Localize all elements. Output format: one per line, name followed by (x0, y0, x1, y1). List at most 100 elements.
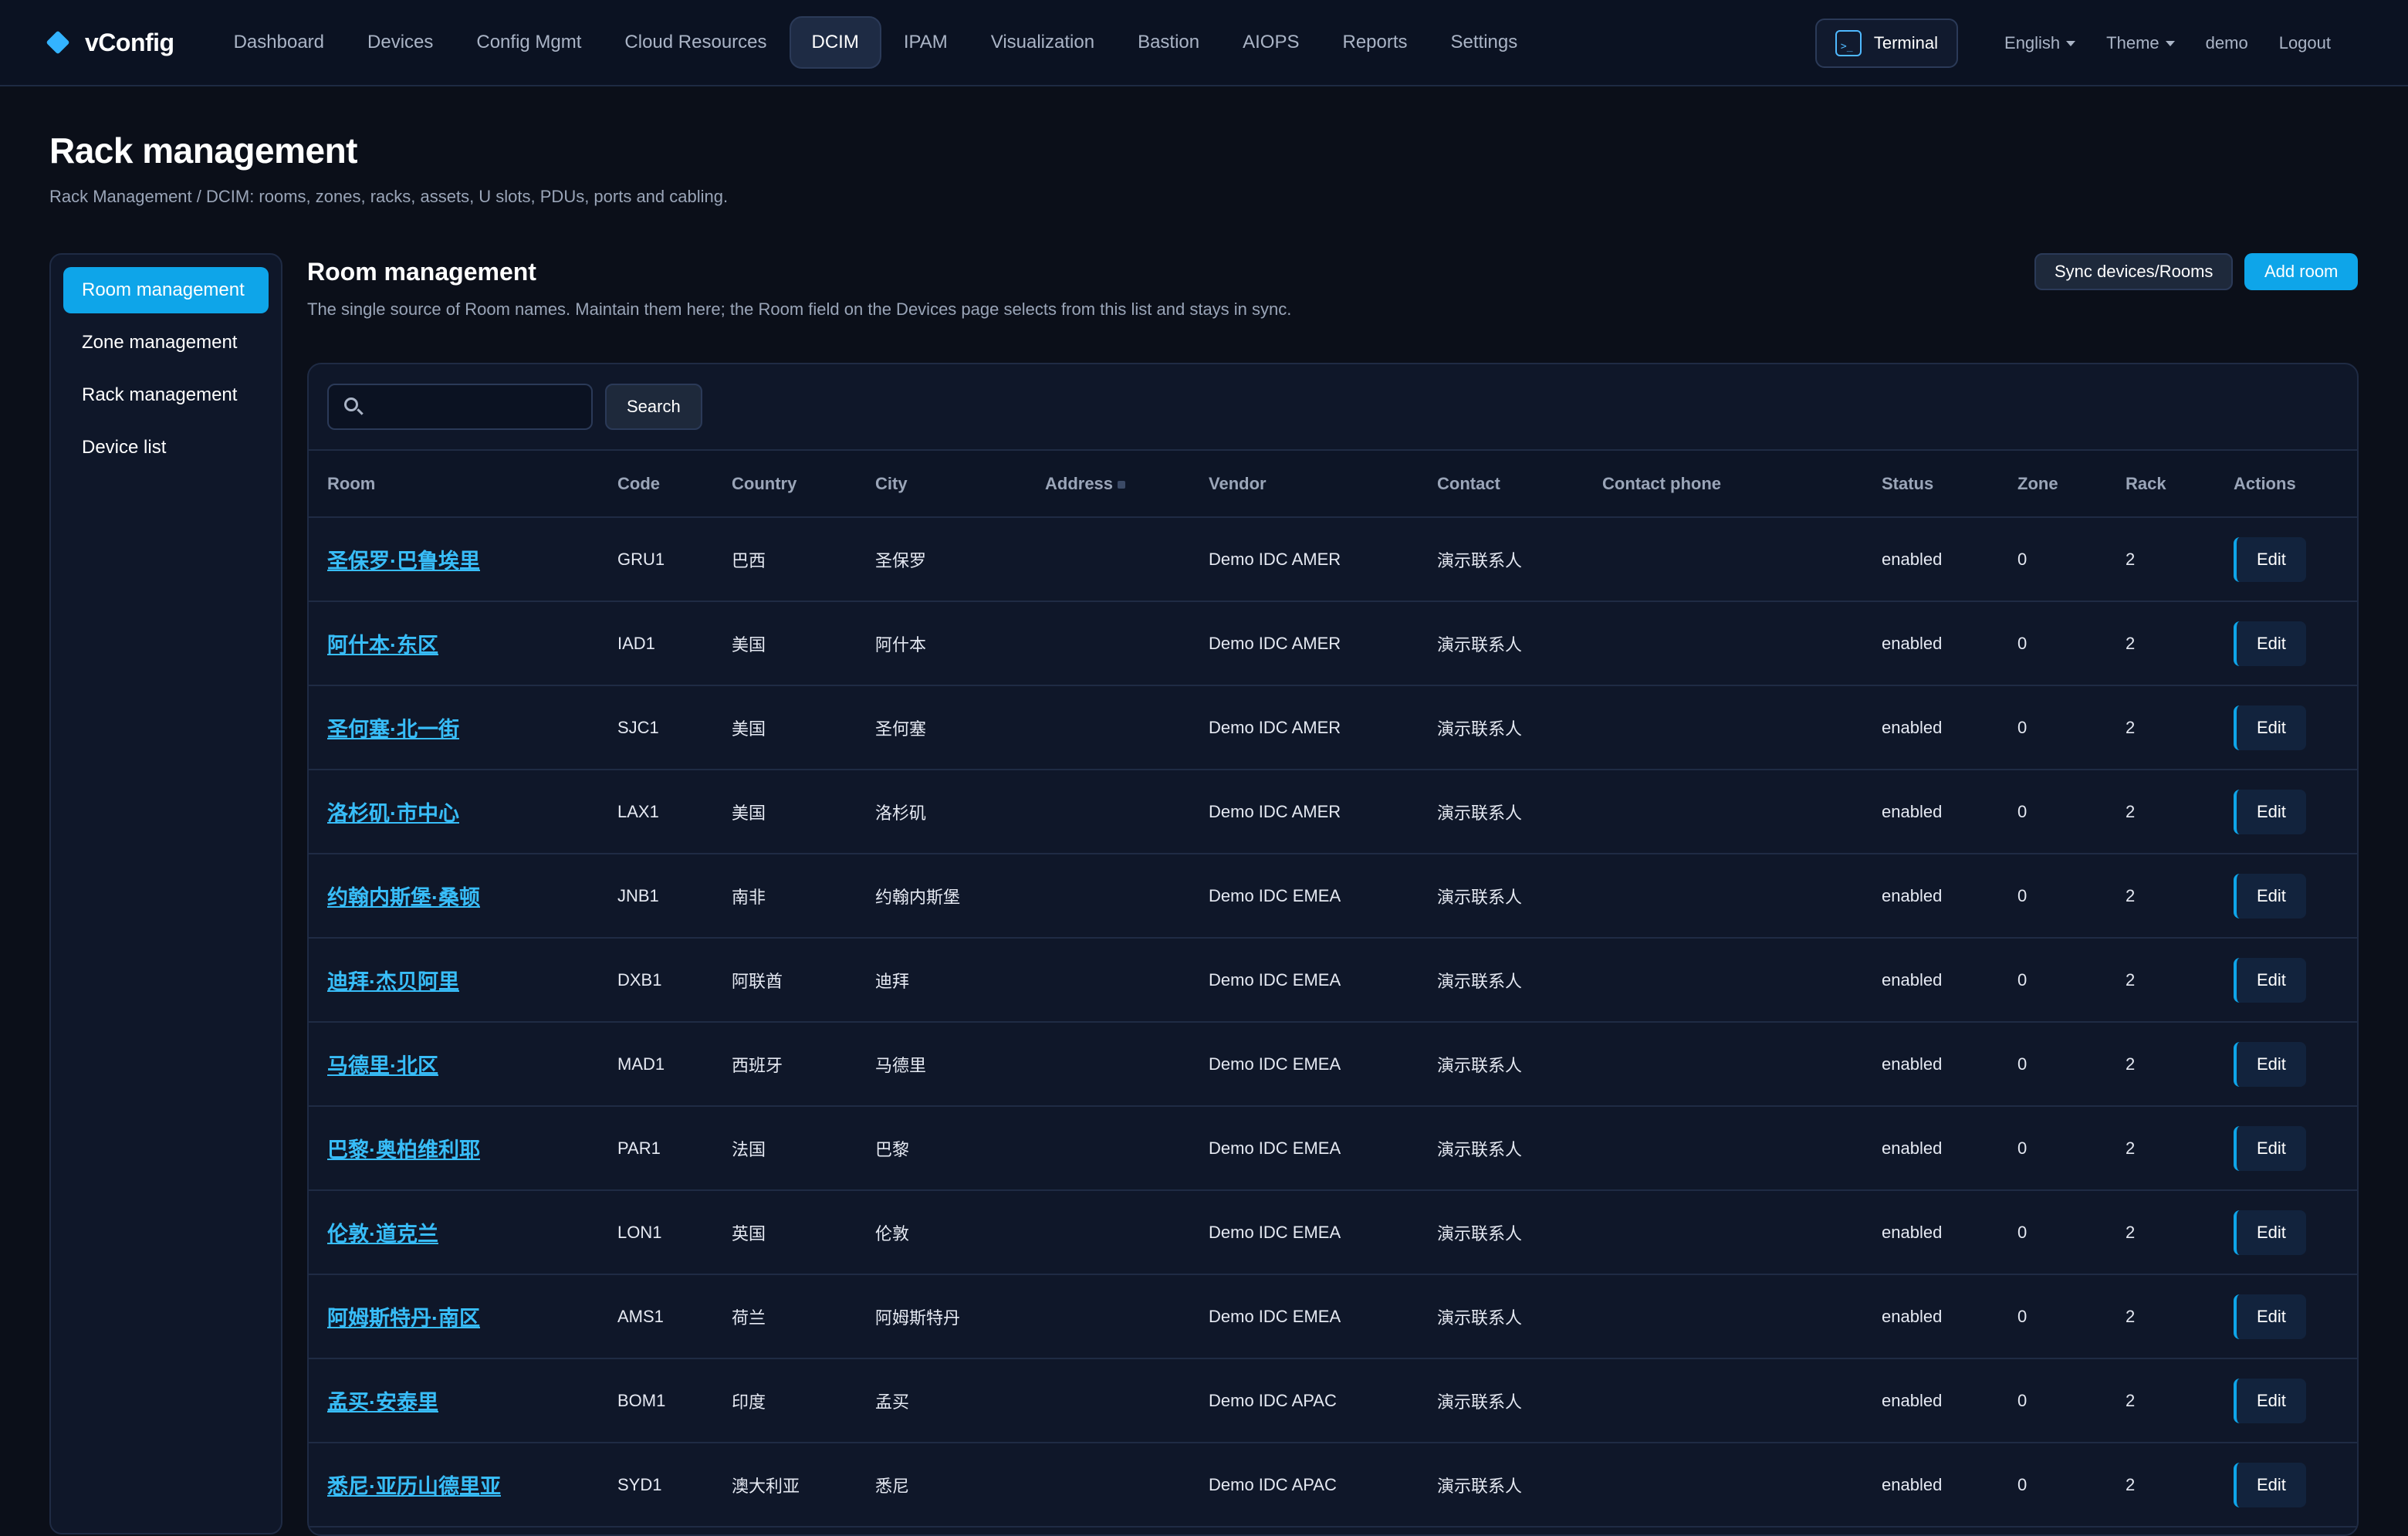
cell-code: IAD1 (617, 633, 655, 653)
nav-item-reports[interactable]: Reports (1321, 16, 1428, 69)
sidebar-item-rack-management[interactable]: Rack management (63, 372, 269, 418)
rooms-table: Room Code Country City Address Vendor Co… (309, 451, 2357, 1528)
edit-button[interactable]: Edit (2234, 1462, 2306, 1507)
table-cell: 南非 (713, 854, 857, 939)
nav-item-config-mgmt[interactable]: Config Mgmt (455, 16, 602, 69)
search-button[interactable]: Search (605, 384, 702, 430)
nav-item-devices[interactable]: Devices (347, 16, 454, 69)
room-link[interactable]: 伦敦·道克兰 (327, 1223, 438, 1246)
cell-city: 阿什本 (875, 634, 927, 655)
search-box[interactable] (327, 384, 593, 430)
room-link[interactable]: 悉尼·亚历山德里亚 (327, 1475, 501, 1498)
room-link[interactable]: 孟买·安泰里 (327, 1391, 438, 1414)
top-right-controls: >_ Terminal English Theme demo Logout (1814, 0, 2346, 86)
column-header-address[interactable]: Address (1026, 451, 1190, 518)
room-link[interactable]: 巴黎·奥柏维利耶 (327, 1138, 480, 1162)
table-cell: 马德里·北区 (309, 1022, 599, 1107)
cell-zone: 0 (2017, 1390, 2028, 1410)
table-row: 阿什本·东区 IAD1 美国 阿什本 Demo IDC AMER 演示联系人 enabled… (309, 601, 2357, 686)
sidebar-item-zone-management[interactable]: Zone management (63, 320, 269, 366)
cell-vendor: Demo IDC EMEA (1209, 1222, 1341, 1242)
room-link[interactable]: 圣何塞·北一街 (327, 718, 459, 741)
edit-button[interactable]: Edit (2234, 1210, 2306, 1255)
section-title: Room management (307, 258, 536, 286)
column-header-rack[interactable]: Rack (2107, 451, 2215, 518)
cell-status: enabled (1882, 1306, 1943, 1326)
nav-item-ipam[interactable]: IPAM (883, 16, 969, 69)
edit-button[interactable]: Edit (2234, 1294, 2306, 1339)
edit-button[interactable]: Edit (2234, 873, 2306, 919)
table-cell-actions: Edit (2215, 685, 2357, 770)
edit-button[interactable]: Edit (2234, 1378, 2306, 1423)
cell-country: 英国 (732, 1223, 766, 1243)
table-cell (1584, 938, 1863, 1023)
sidebar-item-device-list[interactable]: Device list (63, 425, 269, 471)
nav-item-visualization[interactable]: Visualization (970, 16, 1115, 69)
column-header-contact-phone[interactable]: Contact phone (1584, 451, 1863, 518)
edit-button[interactable]: Edit (2234, 621, 2306, 666)
column-header-city[interactable]: City (857, 451, 1026, 518)
sync-devices-rooms-button[interactable]: Sync devices/Rooms (2034, 253, 2234, 290)
search-input[interactable] (372, 396, 580, 418)
nav-item-cloud-resources[interactable]: Cloud Resources (604, 16, 787, 69)
table-cell-actions: Edit (2215, 1274, 2357, 1359)
page-subtitle: Rack Management / DCIM: rooms, zones, ra… (49, 187, 729, 206)
edit-button[interactable]: Edit (2234, 705, 2306, 750)
table-cell: enabled (1863, 1106, 1999, 1191)
edit-button[interactable]: Edit (2234, 1125, 2306, 1171)
column-header-country[interactable]: Country (713, 451, 857, 518)
nav-item-bastion[interactable]: Bastion (1117, 16, 1220, 69)
column-header-contact[interactable]: Contact (1419, 451, 1584, 518)
cell-country: 阿联酋 (732, 971, 783, 991)
table-cell: 圣何塞·北一街 (309, 685, 599, 770)
nav-item-aiops[interactable]: AIOPS (1222, 16, 1320, 69)
table-cell: Demo IDC EMEA (1190, 1190, 1419, 1275)
language-dropdown[interactable]: English (2004, 33, 2076, 53)
room-link[interactable]: 阿姆斯特丹·南区 (327, 1307, 480, 1330)
room-link[interactable]: 迪拜·杰贝阿里 (327, 970, 459, 993)
column-header-code[interactable]: Code (599, 451, 713, 518)
table-cell: 约翰内斯堡 (857, 854, 1026, 939)
table-cell: 法国 (713, 1106, 857, 1191)
add-room-button[interactable]: Add room (2244, 253, 2359, 290)
sidebar-item-room-management[interactable]: Room management (63, 267, 269, 313)
cell-city: 圣何塞 (875, 719, 927, 739)
sort-icon[interactable] (1118, 480, 1126, 489)
room-link[interactable]: 阿什本·东区 (327, 634, 438, 657)
theme-dropdown[interactable]: Theme (2106, 33, 2175, 53)
column-header-room[interactable]: Room (309, 451, 599, 518)
cell-status: enabled (1882, 801, 1943, 821)
cell-zone: 0 (2017, 885, 2028, 905)
nav-item-settings[interactable]: Settings (1430, 16, 1539, 69)
cell-zone: 0 (2017, 1474, 2028, 1494)
edit-button[interactable]: Edit (2234, 957, 2306, 1003)
edit-button[interactable]: Edit (2234, 536, 2306, 582)
table-cell: 0 (1999, 601, 2107, 686)
table-cell (1584, 1022, 1863, 1107)
table-cell: SJC1 (599, 685, 713, 770)
table-row: 圣保罗·巴鲁埃里 GRU1 巴西 圣保罗 Demo IDC AMER 演示联系人 enabl… (309, 517, 2357, 602)
room-link[interactable]: 圣保罗·巴鲁埃里 (327, 550, 480, 573)
search-icon (343, 396, 364, 418)
edit-button[interactable]: Edit (2234, 789, 2306, 834)
dcim-sidebar: Room management Zone management Rack man… (49, 253, 282, 1534)
column-header-zone[interactable]: Zone (1999, 451, 2107, 518)
table-row: 悉尼·亚历山德里亚 SYD1 澳大利亚 悉尼 Demo IDC APAC 演示联系人 ena… (309, 1443, 2357, 1528)
room-link[interactable]: 约翰内斯堡·桑顿 (327, 886, 480, 909)
cell-code: SJC1 (617, 717, 659, 737)
brand[interactable]: vConfig (46, 29, 174, 57)
edit-button[interactable]: Edit (2234, 1041, 2306, 1087)
terminal-button[interactable]: >_ Terminal (1814, 19, 1959, 68)
column-header-status[interactable]: Status (1863, 451, 1999, 518)
cell-zone: 0 (2017, 1054, 2028, 1074)
logout-link[interactable]: Logout (2279, 33, 2331, 53)
table-cell: GRU1 (599, 517, 713, 602)
cell-country: 南非 (732, 887, 766, 907)
table-cell-actions: Edit (2215, 938, 2357, 1023)
room-link[interactable]: 洛杉矶·市中心 (327, 802, 459, 825)
room-link[interactable]: 马德里·北区 (327, 1054, 438, 1078)
nav-item-dashboard[interactable]: Dashboard (213, 16, 345, 69)
column-header-vendor[interactable]: Vendor (1190, 451, 1419, 518)
user-menu[interactable]: demo (2206, 33, 2248, 53)
nav-item-dcim[interactable]: DCIM (789, 16, 881, 69)
